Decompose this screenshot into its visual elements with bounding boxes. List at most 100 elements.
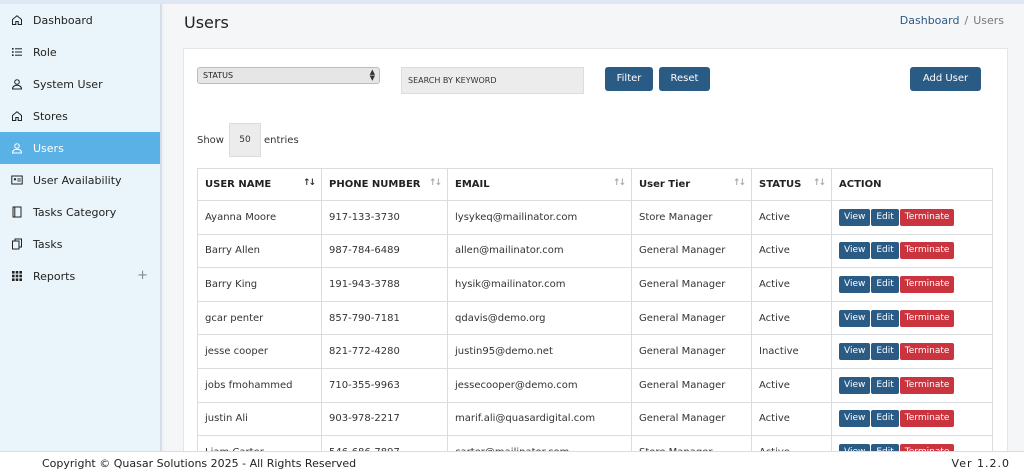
user-name-cell: Ayanna Moore [197, 200, 322, 235]
column-header-email[interactable]: EMAIL ↑↓ [447, 168, 632, 201]
reset-button[interactable]: Reset [659, 67, 710, 91]
edit-button[interactable]: Edit [871, 309, 899, 327]
sidebar-item-reports[interactable]: Reports + [0, 260, 160, 292]
phone-number-cell: 903-978-2217 [321, 401, 448, 437]
action-cell: View Edit Terminate [831, 267, 993, 302]
view-button[interactable]: View [839, 208, 871, 226]
column-header-action: ACTION [831, 168, 993, 201]
user-tier-cell: General Manager [631, 401, 752, 437]
entries-label: entries [263, 134, 299, 146]
user-icon [11, 78, 23, 90]
terminate-button[interactable]: Terminate [899, 275, 955, 293]
view-button[interactable]: View [839, 376, 871, 394]
column-header-phone-number[interactable]: PHONE NUMBER ↑↓ [321, 168, 448, 201]
sort-icon[interactable]: ↑↓ [813, 178, 826, 188]
terminate-button[interactable]: Terminate [899, 343, 955, 361]
user-name-cell: gcar penter [197, 300, 322, 336]
table-body: Ayanna Moore 917-133-3730 lysykeq@mailinat… [197, 200, 993, 452]
table-row: gcar penter 857-790-7181 qdavis@demo.org Ge… [197, 300, 993, 336]
users-table: USER NAME ↑↓ PHONE NUMBER ↑↓ EMAIL ↑↓ User Tie… [197, 168, 993, 452]
view-button[interactable]: View [839, 242, 871, 260]
terminate-button[interactable]: Terminate [899, 410, 955, 428]
sidebar-item-label: Users [33, 141, 64, 155]
sidebar-item-stores[interactable]: Stores [0, 100, 160, 132]
edit-button[interactable]: Edit [871, 376, 899, 394]
terminate-button[interactable]: Terminate [899, 208, 955, 226]
sidebar-item-system-user[interactable]: System User [0, 68, 160, 100]
view-button[interactable]: View [839, 410, 871, 428]
sidebar: Dashboard Role System User Stores Users User … [0, 4, 162, 451]
column-header-label: USER NAME [205, 179, 272, 190]
breadcrumb: Dashboard / Users [900, 14, 1004, 27]
email-cell: lysykeq@mailinator.com [447, 200, 632, 235]
phone-number-cell: 987-784-6489 [321, 233, 448, 269]
edit-button[interactable]: Edit [871, 242, 899, 260]
email-cell: jessecooper@demo.com [447, 367, 632, 403]
status-select[interactable]: STATUS ▲ ▼ [197, 67, 380, 84]
status-cell: Active [751, 233, 832, 269]
terminate-button[interactable]: Terminate [899, 376, 955, 394]
version-text: Ver 1.2.0 [951, 457, 1010, 470]
column-header-status[interactable]: STATUS ↑↓ [751, 168, 832, 201]
phone-number-cell: 857-790-7181 [321, 300, 448, 336]
column-header-user-tier[interactable]: User Tier ↑↓ [631, 168, 752, 201]
terminate-button[interactable]: Terminate [899, 242, 955, 260]
column-header-user-name[interactable]: USER NAME ↑↓ [197, 168, 322, 201]
column-header-label: User Tier [639, 179, 691, 190]
add-user-button[interactable]: Add User [910, 67, 981, 91]
sidebar-item-dashboard[interactable]: Dashboard [0, 4, 160, 36]
table-header-row: USER NAME ↑↓ PHONE NUMBER ↑↓ EMAIL ↑↓ User Tie… [197, 168, 993, 201]
book-icon [11, 206, 23, 218]
sidebar-item-label: Tasks [33, 237, 63, 251]
sidebar-item-label: Dashboard [33, 13, 93, 27]
edit-button[interactable]: Edit [871, 208, 899, 226]
user-tier-cell: General Manager [631, 367, 752, 403]
sidebar-item-label: Reports [33, 269, 76, 283]
sidebar-item-label: Role [33, 45, 57, 59]
column-header-label: STATUS [759, 179, 802, 190]
footer: Copyright © Quasar Solutions 2025 - All … [0, 451, 1024, 475]
sidebar-item-user-availability[interactable]: User Availability [0, 164, 160, 196]
keyword-search-input[interactable]: SEARCH BY KEYWORD [401, 67, 584, 94]
view-button[interactable]: View [839, 275, 871, 293]
entries-select[interactable]: 50 [228, 123, 261, 157]
breadcrumb-link-dashboard[interactable]: Dashboard [900, 14, 960, 27]
action-cell: View Edit Terminate [831, 233, 993, 269]
action-cell: View Edit Terminate [831, 367, 993, 403]
table-row: Ayanna Moore 917-133-3730 lysykeq@mailinat… [197, 200, 993, 235]
copyright-text: Copyright © Quasar Solutions 2025 - All … [42, 457, 357, 470]
phone-number-cell: 917-133-3730 [321, 200, 448, 235]
edit-button[interactable]: Edit [871, 410, 899, 428]
sidebar-item-role[interactable]: Role [0, 36, 160, 68]
sidebar-item-users[interactable]: Users [0, 132, 160, 164]
home-icon [11, 14, 23, 26]
select-arrows-icon: ▲ ▼ [369, 68, 375, 82]
user-tier-cell: General Manager [631, 300, 752, 336]
sidebar-item-tasks[interactable]: Tasks [0, 228, 160, 260]
sort-icon[interactable]: ↑↓ [613, 178, 626, 188]
sidebar-item-label: User Availability [33, 173, 122, 187]
column-header-label: ACTION [839, 179, 882, 190]
view-button[interactable]: View [839, 309, 871, 327]
sort-icon[interactable]: ↑↓ [429, 178, 442, 188]
user-tier-cell: General Manager [631, 334, 752, 369]
terminate-button[interactable]: Terminate [899, 309, 955, 327]
action-cell: View Edit Terminate [831, 401, 993, 437]
user-tier-cell: Store Manager [631, 200, 752, 235]
page-title: Users [184, 13, 229, 32]
sort-icon[interactable]: ↑↓ [303, 178, 316, 188]
grid-icon [11, 270, 23, 282]
users-card: STATUS ▲ ▼ SEARCH BY KEYWORD Filter Reset… [183, 48, 1008, 453]
sort-icon[interactable]: ↑↓ [733, 178, 746, 188]
table-row: jobs fmohammed 710-355-9963 jessecooper@de… [197, 367, 993, 403]
edit-button[interactable]: Edit [871, 343, 899, 361]
edit-button[interactable]: Edit [871, 275, 899, 293]
sidebar-item-tasks-category[interactable]: Tasks Category [0, 196, 160, 228]
filter-button[interactable]: Filter [605, 67, 653, 91]
table-row: justin Ali 903-978-2217 marif.ali@quasardi… [197, 401, 993, 437]
view-button[interactable]: View [839, 343, 871, 361]
status-select-value: STATUS [203, 71, 234, 80]
table-row: Barry Allen 987-784-6489 allen@mailinator.… [197, 233, 993, 269]
user-icon [11, 142, 23, 154]
expand-plus-icon[interactable]: + [137, 268, 148, 283]
